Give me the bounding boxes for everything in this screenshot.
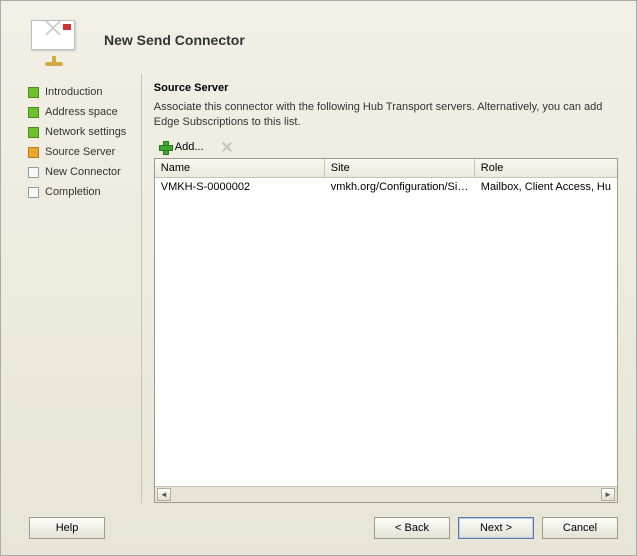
grid-toolbar: Add... — [154, 138, 618, 156]
step-current-icon — [28, 147, 39, 158]
grid-body: VMKH-S-0000002 vmkh.org/Configuration/Si… — [155, 178, 617, 486]
step-done-icon — [28, 127, 39, 138]
cell-role: Mailbox, Client Access, Hu — [475, 178, 617, 196]
add-button[interactable]: Add... — [154, 138, 208, 156]
back-button[interactable]: < Back — [374, 517, 450, 539]
mail-connector-icon — [31, 16, 79, 64]
step-label: Completion — [45, 186, 101, 198]
step-label: New Connector — [45, 166, 121, 178]
wizard-main-panel: Source Server Associate this connector w… — [154, 74, 626, 503]
add-button-label: Add... — [175, 141, 204, 153]
plus-icon — [158, 140, 172, 154]
step-label: Network settings — [45, 126, 126, 138]
cell-name: VMKH-S-0000002 — [155, 178, 325, 196]
wizard-footer: Help < Back Next > Cancel — [1, 503, 636, 555]
step-network-settings: Network settings — [26, 122, 137, 142]
scroll-left-icon[interactable]: ◄ — [157, 488, 171, 501]
wizard-title: New Send Connector — [104, 32, 245, 48]
section-title: Source Server — [154, 82, 618, 94]
remove-button[interactable] — [216, 138, 238, 156]
column-header-role[interactable]: Role — [475, 159, 617, 177]
step-address-space: Address space — [26, 102, 137, 122]
step-source-server: Source Server — [26, 142, 137, 162]
horizontal-scrollbar[interactable]: ◄ ► — [155, 486, 617, 502]
help-button[interactable]: Help — [29, 517, 105, 539]
next-button[interactable]: Next > — [458, 517, 534, 539]
servers-grid: Name Site Role VMKH-S-0000002 vmkh.org/C… — [154, 158, 618, 503]
step-completion: Completion — [26, 182, 137, 202]
cancel-button[interactable]: Cancel — [542, 517, 618, 539]
grid-header-row: Name Site Role — [155, 159, 617, 178]
column-header-name[interactable]: Name — [155, 159, 325, 177]
section-description: Associate this connector with the follow… — [154, 100, 618, 130]
column-header-site[interactable]: Site — [325, 159, 475, 177]
step-new-connector: New Connector — [26, 162, 137, 182]
scroll-right-icon[interactable]: ► — [601, 488, 615, 501]
step-done-icon — [28, 107, 39, 118]
table-row[interactable]: VMKH-S-0000002 vmkh.org/Configuration/Si… — [155, 178, 617, 196]
step-pending-icon — [28, 187, 39, 198]
step-label: Address space — [45, 106, 118, 118]
remove-icon — [220, 140, 234, 154]
wizard-steps-sidebar: Introduction Address space Network setti… — [26, 74, 137, 503]
step-label: Source Server — [45, 146, 115, 158]
step-introduction: Introduction — [26, 82, 137, 102]
vertical-separator — [141, 74, 142, 503]
cell-site: vmkh.org/Configuration/Sit... — [325, 178, 475, 196]
wizard-dialog: New Send Connector Introduction Address … — [0, 0, 637, 556]
step-label: Introduction — [45, 86, 102, 98]
wizard-header: New Send Connector — [1, 1, 636, 74]
step-pending-icon — [28, 167, 39, 178]
step-done-icon — [28, 87, 39, 98]
